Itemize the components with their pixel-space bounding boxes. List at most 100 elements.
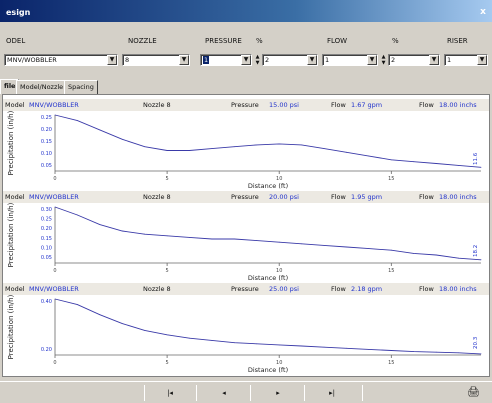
y-tick-label: 0.25 bbox=[41, 115, 52, 121]
series-line bbox=[54, 206, 482, 261]
chevron-down-icon[interactable]: ▼ bbox=[367, 55, 377, 65]
data-point bbox=[256, 240, 258, 241]
printer-icon[interactable]: 🖨 bbox=[467, 387, 480, 398]
x-tick-label: 15 bbox=[388, 176, 394, 182]
data-point bbox=[435, 163, 437, 164]
tab-model-nozzle[interactable]: Model/Nozzle bbox=[16, 80, 68, 94]
chevron-down-icon[interactable]: ▼ bbox=[477, 55, 487, 65]
flow-percent-label: % bbox=[392, 37, 399, 45]
first-page-button[interactable]: |◂ bbox=[150, 386, 190, 400]
y-tick-label: 0.20 bbox=[41, 347, 52, 353]
chart-plot: Precipitation (in/h) 0.25 0.20 0.15 0.10 0.05… bbox=[7, 111, 482, 190]
y-tick-label: 0.20 bbox=[41, 226, 52, 232]
data-point bbox=[368, 248, 370, 249]
pressure-percent-select[interactable]: 2 ▼ bbox=[262, 54, 318, 66]
data-point bbox=[144, 329, 146, 331]
data-point bbox=[99, 224, 101, 225]
y-tick-label: 0.05 bbox=[41, 255, 52, 261]
model-label: Model bbox=[5, 193, 25, 201]
data-point bbox=[346, 151, 347, 153]
flow-value: 1.95 gpm bbox=[351, 193, 383, 201]
model-select[interactable]: MNV/WOBBLER ▼ bbox=[4, 54, 118, 66]
data-point bbox=[54, 298, 56, 300]
flow-value: 2.18 gpm bbox=[351, 285, 383, 293]
model-select-value: MNV/WOBBLER bbox=[7, 56, 57, 64]
riser-select-value: 1 bbox=[447, 56, 452, 64]
next-page-button[interactable]: ▸ bbox=[258, 386, 298, 400]
data-point bbox=[301, 345, 303, 347]
y-axis-label: Precipitation (in/h) bbox=[7, 203, 15, 267]
data-point bbox=[458, 257, 459, 259]
riser-value: 18.00 inchs bbox=[439, 193, 477, 201]
series-line bbox=[54, 114, 482, 168]
data-point bbox=[189, 150, 190, 151]
data-point bbox=[413, 161, 415, 163]
x-tick-label: 15 bbox=[388, 268, 394, 274]
flow-spin-arrows[interactable]: ▲ ▼ bbox=[380, 54, 387, 66]
flow-label: Flow bbox=[331, 101, 346, 109]
data-point bbox=[368, 349, 370, 350]
chart-25psi: Model MNV/WOBBLER Nozzle 8 Pressure 25.00 ps… bbox=[3, 283, 489, 375]
data-point bbox=[480, 259, 482, 261]
data-point bbox=[256, 343, 258, 345]
data-point bbox=[458, 352, 459, 354]
data-point bbox=[346, 347, 347, 349]
data-point bbox=[77, 304, 78, 305]
nozzle-select[interactable]: 8 ▼ bbox=[122, 54, 190, 66]
data-point bbox=[166, 334, 168, 336]
y-axis-label: Precipitation (in/h) bbox=[7, 111, 15, 175]
y-tick-label: 0.15 bbox=[41, 139, 52, 145]
data-point bbox=[233, 146, 235, 148]
pressure-label: Pressure bbox=[231, 193, 259, 201]
pressure-label: PRESSURE bbox=[205, 37, 242, 45]
end-value-label: 18.2 bbox=[473, 245, 479, 257]
riser-value: 18.00 inchs bbox=[439, 101, 477, 109]
pressure-value: 15.00 psi bbox=[269, 101, 299, 109]
chevron-down-icon[interactable]: ▼ bbox=[179, 55, 189, 65]
data-point bbox=[99, 129, 101, 131]
y-tick-label: 0.10 bbox=[41, 245, 52, 251]
data-point bbox=[189, 337, 190, 339]
end-value-label: 20.3 bbox=[473, 336, 479, 349]
end-value-label: 11.6 bbox=[473, 152, 479, 165]
previous-page-button[interactable]: ◂ bbox=[204, 386, 244, 400]
divider bbox=[144, 385, 145, 401]
riser-select[interactable]: 1 ▼ bbox=[444, 54, 488, 66]
data-point bbox=[144, 146, 146, 148]
pressure-select[interactable]: 1 ▼ bbox=[200, 54, 252, 66]
pressure-spin-arrows[interactable]: ▲ ▼ bbox=[254, 54, 261, 66]
flow-label: FLOW bbox=[327, 37, 348, 45]
data-point bbox=[233, 238, 235, 240]
data-point bbox=[480, 353, 482, 355]
x-axis-label: Distance (ft) bbox=[248, 274, 288, 282]
data-point bbox=[278, 241, 280, 243]
flow-percent-value: 2 bbox=[391, 56, 396, 64]
chevron-down-icon[interactable]: ▼ bbox=[107, 55, 117, 65]
data-point bbox=[54, 114, 56, 116]
pressure-select-value: 1 bbox=[203, 56, 210, 64]
chevron-down-icon[interactable]: ▼ bbox=[307, 55, 317, 65]
flow-percent-select[interactable]: 2 ▼ bbox=[388, 54, 440, 66]
close-icon[interactable]: x bbox=[478, 7, 488, 17]
tab-spacing[interactable]: Spacing bbox=[64, 80, 98, 94]
data-point bbox=[77, 120, 78, 121]
flow-label: Flow bbox=[331, 193, 346, 201]
chart-header: Model MNV/WOBBLER Nozzle 8 Pressure 20.00 ps… bbox=[3, 191, 489, 203]
data-point bbox=[144, 233, 146, 235]
flow-select[interactable]: 1 ▼ bbox=[322, 54, 378, 66]
divider bbox=[250, 385, 251, 401]
x-tick-label: 15 bbox=[388, 360, 394, 366]
chevron-down-icon[interactable]: ▼ bbox=[241, 55, 251, 65]
parameter-bar: ODEL NOZZLE PRESSURE % FLOW % RISER MNV/… bbox=[0, 22, 492, 72]
data-point bbox=[458, 165, 459, 166]
last-page-button[interactable]: ▸| bbox=[312, 386, 352, 400]
flow-select-value: 1 bbox=[325, 56, 330, 64]
y-tick-label: 0.05 bbox=[41, 163, 52, 169]
data-point bbox=[390, 159, 392, 161]
nozzle-value: Nozzle 8 bbox=[143, 285, 171, 293]
title-bar: esign x bbox=[0, 0, 492, 22]
nozzle-value: Nozzle 8 bbox=[143, 193, 171, 201]
riser-label: RISER bbox=[447, 37, 468, 45]
chevron-down-icon[interactable]: ▼ bbox=[429, 55, 439, 65]
x-axis-label: Distance (ft) bbox=[248, 182, 288, 190]
